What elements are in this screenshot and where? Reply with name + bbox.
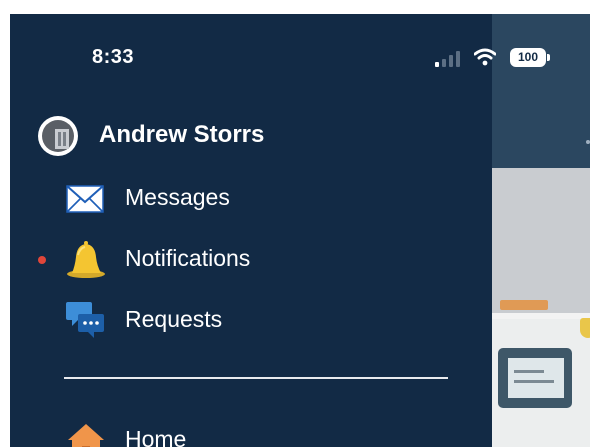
envelope-icon bbox=[66, 185, 104, 213]
menu-item-notifications[interactable]: Notifications bbox=[10, 235, 480, 281]
background-illustration-line bbox=[514, 380, 554, 383]
shield-icon bbox=[580, 318, 590, 338]
background-header bbox=[492, 14, 590, 168]
profile-name[interactable]: Andrew Storrs bbox=[99, 121, 264, 149]
wifi-icon bbox=[474, 48, 496, 66]
background-illustration-screen bbox=[508, 358, 564, 398]
home-icon bbox=[68, 424, 104, 447]
menu-item-home[interactable]: Home bbox=[10, 416, 480, 447]
status-time: 8:33 bbox=[92, 46, 135, 68]
background-illustration-line bbox=[514, 370, 544, 373]
menu-item-label: Home bbox=[125, 426, 187, 447]
menu-item-label: Notifications bbox=[125, 245, 251, 271]
background-dot bbox=[586, 140, 590, 144]
phone-screen: 8:33 100 Andrew Storrs Messages Notifica… bbox=[10, 14, 590, 447]
menu-item-label: Messages bbox=[125, 184, 230, 210]
bell-icon bbox=[67, 241, 105, 278]
menu-item-messages[interactable]: Messages bbox=[10, 174, 480, 220]
avatar[interactable] bbox=[38, 116, 78, 156]
battery-icon: 100 bbox=[510, 48, 546, 67]
background-banner bbox=[492, 168, 590, 313]
menu-item-requests[interactable]: Requests bbox=[10, 296, 480, 342]
unread-indicator bbox=[38, 256, 46, 264]
background-app-content[interactable] bbox=[492, 14, 590, 447]
cellular-signal-icon bbox=[435, 51, 460, 67]
menu-item-label: Requests bbox=[125, 306, 223, 332]
chat-bubbles-icon bbox=[66, 302, 104, 338]
avatar-building-icon bbox=[42, 120, 74, 152]
menu-divider bbox=[64, 377, 448, 379]
battery-tip bbox=[547, 54, 550, 61]
background-illustration-bar bbox=[500, 300, 548, 310]
